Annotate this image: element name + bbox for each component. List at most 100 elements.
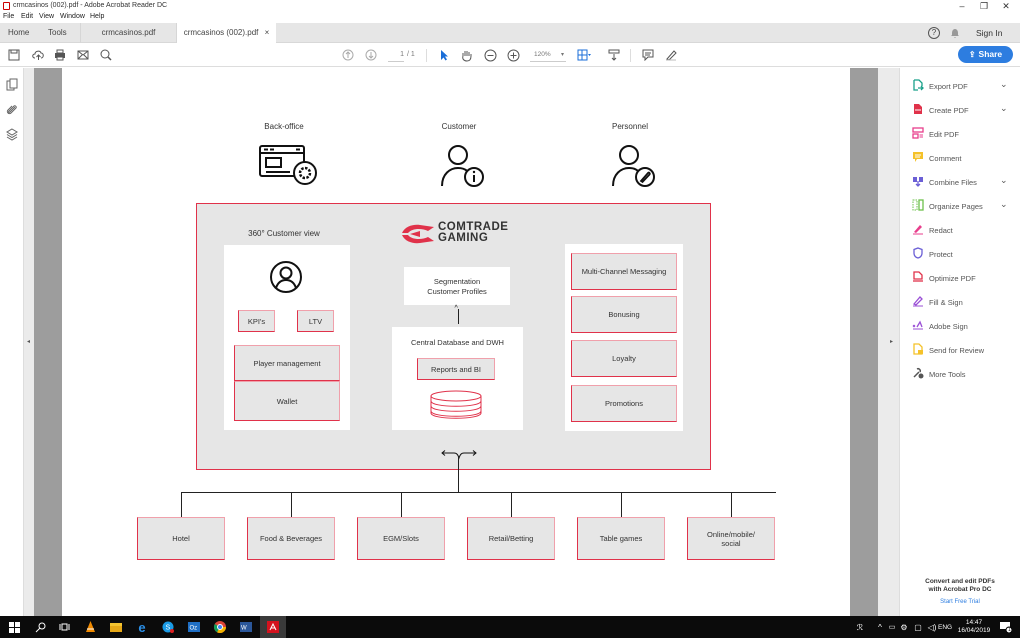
tool-label: Fill & Sign xyxy=(929,298,963,307)
label-customer: Customer xyxy=(441,122,477,131)
word-icon[interactable]: W xyxy=(238,619,254,635)
tool-label: Optimize PDF xyxy=(929,274,976,283)
language-indicator[interactable]: ENG xyxy=(938,624,952,631)
email-icon[interactable] xyxy=(75,47,91,63)
scroll-mode-icon[interactable] xyxy=(606,47,622,63)
arrow-up-connector xyxy=(458,309,459,324)
highlight-pen-icon[interactable] xyxy=(663,47,679,63)
tool-combine-files[interactable]: Combine Files ⌄ xyxy=(900,170,1020,194)
tool-optimize-pdf[interactable]: Optimize PDF xyxy=(900,266,1020,290)
menu-window[interactable]: Window xyxy=(60,13,85,20)
label-back-office: Back-office xyxy=(264,122,304,131)
tool-label: Export PDF xyxy=(929,82,968,91)
search-icon[interactable] xyxy=(98,47,114,63)
tool-fill-sign[interactable]: Fill & Sign xyxy=(900,290,1020,314)
right-collapse-strip[interactable]: ▸ xyxy=(878,68,900,616)
comment-icon[interactable] xyxy=(640,47,656,63)
tree-branch-line xyxy=(181,492,182,517)
document-background-right xyxy=(850,68,878,616)
central-database-label: Central Database and DWH xyxy=(411,338,504,347)
segmentation-line-2: Customer Profiles xyxy=(427,287,487,296)
menu-view[interactable]: View xyxy=(39,13,54,20)
tool-label: Comment xyxy=(929,154,962,163)
tab-document-crmcasinos[interactable]: crmcasinos.pdf xyxy=(80,23,176,43)
tool-send-for-review[interactable]: Send for Review xyxy=(900,338,1020,362)
attachments-paperclip-icon[interactable] xyxy=(6,103,18,121)
share-button[interactable]: ⇪ Share xyxy=(958,46,1013,63)
chrome-icon[interactable] xyxy=(212,619,228,635)
close-window-button[interactable]: ✕ xyxy=(992,0,1020,12)
action-center-icon[interactable]: 1 xyxy=(998,619,1014,635)
menu-edit[interactable]: Edit xyxy=(21,13,33,20)
left-collapse-strip[interactable]: ◂ xyxy=(24,68,34,616)
vlc-icon[interactable] xyxy=(82,619,98,635)
outlook-icon[interactable]: Oz xyxy=(186,619,202,635)
collapse-left-arrow-icon[interactable]: ◂ xyxy=(27,338,30,345)
tab-home[interactable]: Home xyxy=(8,23,29,43)
start-free-trial-link[interactable]: Start Free Trial xyxy=(900,599,1020,605)
tool-label: Protect xyxy=(929,250,953,259)
expand-right-arrow-icon[interactable]: ▸ xyxy=(890,338,893,345)
people-icon[interactable]: ℛ xyxy=(852,619,868,635)
reports-bi-box: Reports and BI xyxy=(417,358,495,380)
chevron-down-icon[interactable]: ⌄ xyxy=(1000,199,1008,210)
windows-start-icon[interactable] xyxy=(6,619,22,635)
zoom-out-icon[interactable] xyxy=(482,47,498,63)
clock[interactable]: 14:47 16/04/2019 xyxy=(956,619,992,635)
bidirectional-arrow-icon xyxy=(440,448,478,466)
multi-channel-messaging-box: Multi-Channel Messaging xyxy=(571,253,677,290)
previous-page-icon[interactable] xyxy=(340,47,356,63)
acrobat-taskbar-icon[interactable] xyxy=(260,616,286,638)
upload-cloud-icon[interactable] xyxy=(30,47,46,63)
zoom-level-select[interactable]: 120% ▾ xyxy=(530,48,566,62)
close-tab-icon[interactable]: × xyxy=(265,28,270,37)
chevron-down-icon[interactable]: ⌄ xyxy=(1000,103,1008,114)
ltv-box: LTV xyxy=(297,310,334,332)
pdf-page: Back-office Customer Personnel 360° Cust… xyxy=(62,68,850,616)
combine-files-icon xyxy=(913,177,923,187)
tool-label: Combine Files xyxy=(929,178,977,187)
chevron-down-icon[interactable]: ⌄ xyxy=(1000,175,1008,186)
next-page-icon[interactable] xyxy=(363,47,379,63)
search-icon[interactable] xyxy=(32,619,48,635)
tool-create-pdf[interactable]: Create PDF ⌄ xyxy=(900,98,1020,122)
page-number-input[interactable]: 1 xyxy=(388,48,404,62)
select-arrow-icon[interactable] xyxy=(436,47,452,63)
customer-info-icon xyxy=(440,144,490,193)
skype-icon[interactable]: S xyxy=(160,619,176,635)
tab-tools[interactable]: Tools xyxy=(48,23,67,43)
tool-organize-pages[interactable]: Organize Pages ⌄ xyxy=(900,194,1020,218)
help-icon[interactable]: ? xyxy=(928,27,940,39)
menu-file[interactable]: File xyxy=(3,13,14,20)
tool-redact[interactable]: Redact xyxy=(900,218,1020,242)
tab-document-crmcasinos-002[interactable]: crmcasinos (002).pdf × xyxy=(176,23,276,44)
chevron-down-icon[interactable]: ⌄ xyxy=(1000,79,1008,90)
page-thumbnails-icon[interactable] xyxy=(6,78,18,96)
tool-export-pdf[interactable]: Export PDF ⌄ xyxy=(900,74,1020,98)
hand-tool-icon[interactable] xyxy=(458,47,474,63)
menu-bar: File Edit View Window Help xyxy=(0,12,1020,23)
menu-help[interactable]: Help xyxy=(90,13,104,20)
save-icon[interactable] xyxy=(6,47,22,63)
tool-label: Adobe Sign xyxy=(929,322,968,331)
tool-comment[interactable]: Comment xyxy=(900,146,1020,170)
promo-text: Convert and edit PDFs with Acrobat Pro D… xyxy=(900,578,1020,594)
file-explorer-icon[interactable] xyxy=(108,619,124,635)
share-icon: ⇪ xyxy=(968,50,976,59)
tree-horizontal-line xyxy=(181,492,776,493)
adobe-sign-icon xyxy=(912,320,923,330)
tool-adobe-sign[interactable]: Adobe Sign xyxy=(900,314,1020,338)
layers-icon[interactable] xyxy=(6,128,18,146)
page-display-icon[interactable] xyxy=(576,47,592,63)
sign-in-link[interactable]: Sign In xyxy=(976,23,1002,43)
zoom-in-icon[interactable] xyxy=(505,47,521,63)
edge-browser-icon[interactable]: e xyxy=(134,619,150,635)
print-icon[interactable] xyxy=(52,47,68,63)
more-tools-icon xyxy=(913,368,924,379)
segmentation-label: Segmentation Customer Profiles xyxy=(404,277,510,297)
notifications-bell-icon[interactable] xyxy=(950,23,960,43)
tool-edit-pdf[interactable]: Edit PDF xyxy=(900,122,1020,146)
task-view-icon[interactable] xyxy=(56,619,72,635)
tool-protect[interactable]: Protect xyxy=(900,242,1020,266)
tool-more-tools[interactable]: More Tools xyxy=(900,362,1020,386)
